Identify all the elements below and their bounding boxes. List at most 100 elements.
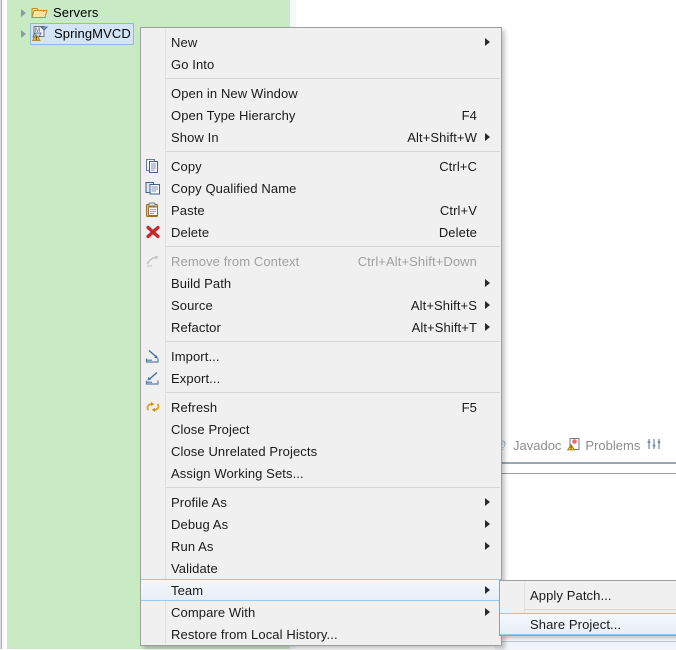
menu-item-build-path[interactable]: Build Path <box>141 272 501 294</box>
menu-item-no-icon <box>141 104 165 126</box>
menu-item-show-in[interactable]: Show In Alt+Shift+W <box>141 126 501 148</box>
menu-item-no-icon <box>141 535 165 557</box>
menu-item-no-icon <box>141 513 165 535</box>
submenu-arrow-icon <box>481 542 493 550</box>
view-menu-icon[interactable] <box>646 437 662 454</box>
menu-item-delete[interactable]: Delete Delete <box>141 221 501 243</box>
menu-item-paste[interactable]: Paste Ctrl+V <box>141 199 501 221</box>
menu-item-apply-patch[interactable]: Apply Patch... <box>500 584 676 606</box>
menu-item-label: Refresh <box>171 399 218 415</box>
tab-javadoc[interactable]: @ Javadoc <box>495 437 561 454</box>
menu-item-no-icon <box>141 623 165 645</box>
menu-item-no-icon <box>141 440 165 462</box>
folder-icon <box>31 5 49 21</box>
tab-problems[interactable]: Problems <box>567 437 640 454</box>
submenu-arrow-icon <box>481 323 493 331</box>
menu-item-team[interactable]: Team <box>141 579 501 601</box>
project-context-menu[interactable]: New Go Into Open in New Window Open Type Hi… <box>140 27 502 646</box>
menu-item-import[interactable]: Import... <box>141 345 501 367</box>
tab-label: Javadoc <box>513 438 562 453</box>
menu-item-source[interactable]: Source Alt+Shift+S <box>141 294 501 316</box>
menu-item-accelerator: Delete <box>438 224 477 240</box>
menu-separator <box>166 392 500 393</box>
import-icon <box>141 345 165 367</box>
refresh-icon <box>141 396 165 418</box>
menu-item-label: Copy <box>171 158 202 174</box>
menu-item-label: Close Unrelated Projects <box>171 443 318 459</box>
view-tab-underline <box>498 462 676 464</box>
tree-item-label: Servers <box>53 5 99 20</box>
menu-item-label: Restore from Local History... <box>171 626 338 642</box>
tree-item-servers[interactable]: Servers <box>7 2 99 23</box>
menu-item-accelerator: Alt+Shift+T <box>411 319 477 335</box>
menu-item-no-icon <box>141 491 165 513</box>
menu-item-copy-qualified-name[interactable]: Copy Qualified Name <box>141 177 501 199</box>
menu-item-share-project[interactable]: Share Project... <box>500 613 676 635</box>
menu-item-no-icon <box>141 316 165 338</box>
menu-item-accelerator: F5 <box>461 399 477 415</box>
menu-item-export[interactable]: Export... <box>141 367 501 389</box>
menu-item-accelerator: Ctrl+Alt+Shift+Down <box>357 253 477 269</box>
delete-icon <box>141 221 165 243</box>
menu-item-accelerator: F4 <box>461 107 477 123</box>
tree-item-label: SpringMVCD <box>54 25 131 41</box>
menu-item-restore-from-local-history[interactable]: Restore from Local History... <box>141 623 501 645</box>
eclipse-workbench: Servers M SpringMVCD Javadoc Problems Ne… <box>0 0 676 650</box>
menu-item-no-icon <box>141 601 165 623</box>
menu-item-label: Copy Qualified Name <box>171 180 297 196</box>
menu-item-close-project[interactable]: Close Project <box>141 418 501 440</box>
menu-item-no-icon <box>141 294 165 316</box>
menu-separator <box>525 609 676 610</box>
view-tab-bar: @ Javadoc Problems <box>495 437 662 454</box>
maven-project-warning-icon: M <box>31 25 50 41</box>
collapsed-arrow-icon[interactable] <box>15 8 31 17</box>
menu-item-open-in-new-window[interactable]: Open in New Window <box>141 82 501 104</box>
tab-label: Problems <box>585 438 641 453</box>
menu-item-no-icon <box>141 272 165 294</box>
menu-item-no-icon <box>141 418 165 440</box>
submenu-arrow-icon <box>481 279 493 287</box>
menu-item-label: Validate <box>171 560 218 576</box>
problems-icon <box>567 437 581 454</box>
menu-item-compare-with[interactable]: Compare With <box>141 601 501 623</box>
menu-item-new[interactable]: New <box>141 31 501 53</box>
paste-icon <box>141 199 165 221</box>
menu-item-debug-as[interactable]: Debug As <box>141 513 501 535</box>
submenu-arrow-icon <box>481 38 493 46</box>
menu-separator <box>166 78 500 79</box>
tree-item-springmvcd[interactable]: M SpringMVCD <box>7 22 134 45</box>
menu-item-label: Open in New Window <box>171 85 298 101</box>
menu-item-label: Team <box>171 582 204 598</box>
menu-item-label: Profile As <box>171 494 227 510</box>
menu-item-label: Apply Patch... <box>530 587 612 603</box>
menu-item-close-unrelated-projects[interactable]: Close Unrelated Projects <box>141 440 501 462</box>
collapsed-arrow-icon[interactable] <box>15 29 31 38</box>
menu-item-run-as[interactable]: Run As <box>141 535 501 557</box>
copy-icon <box>141 155 165 177</box>
submenu-arrow-icon <box>481 586 493 594</box>
menu-item-label: Show In <box>171 129 219 145</box>
menu-item-remove-from-context[interactable]: Remove from Context Ctrl+Alt+Shift+Down <box>141 250 501 272</box>
menu-item-go-into[interactable]: Go Into <box>141 53 501 75</box>
panel-left-edge <box>0 0 4 649</box>
menu-item-label: Paste <box>171 202 205 218</box>
menu-item-no-icon <box>141 82 165 104</box>
menu-item-profile-as[interactable]: Profile As <box>141 491 501 513</box>
menu-item-refactor[interactable]: Refactor Alt+Shift+T <box>141 316 501 338</box>
menu-item-label: Refactor <box>171 319 221 335</box>
team-submenu[interactable]: Apply Patch... Share Project... <box>499 580 676 636</box>
menu-item-open-type-hierarchy[interactable]: Open Type Hierarchy F4 <box>141 104 501 126</box>
menu-item-label: Delete <box>171 224 210 240</box>
menu-item-refresh[interactable]: Refresh F5 <box>141 396 501 418</box>
menu-item-label: Export... <box>171 370 221 386</box>
menu-item-validate[interactable]: Validate <box>141 557 501 579</box>
menu-item-label: Compare With <box>171 604 256 620</box>
menu-item-no-icon <box>141 126 165 148</box>
menu-item-assign-working-sets[interactable]: Assign Working Sets... <box>141 462 501 484</box>
menu-item-no-icon <box>500 584 524 606</box>
menu-item-no-icon <box>141 557 165 579</box>
menu-item-accelerator: Alt+Shift+W <box>407 129 477 145</box>
submenu-arrow-icon <box>481 608 493 616</box>
menu-item-copy[interactable]: Copy Ctrl+C <box>141 155 501 177</box>
menu-item-label: Run As <box>171 538 214 554</box>
